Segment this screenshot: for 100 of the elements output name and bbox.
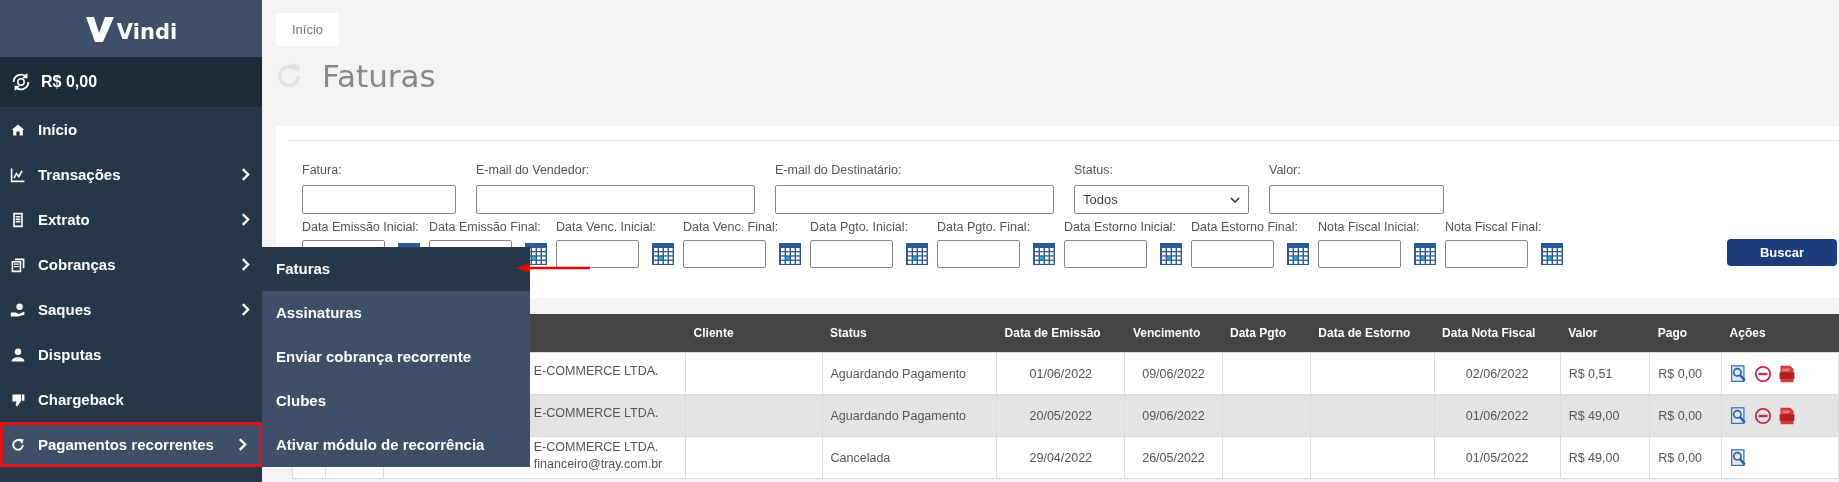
table-cell: 29/04/2022 xyxy=(1029,450,1093,465)
document-icon xyxy=(10,211,26,228)
input-field[interactable] xyxy=(476,185,755,214)
table-cell: 26/05/2022 xyxy=(1142,450,1205,465)
logo-text: Vindi xyxy=(116,21,178,43)
documents-icon xyxy=(10,256,26,273)
calendar-icon[interactable] xyxy=(652,243,674,265)
column-header: Data de Emissão xyxy=(1004,326,1101,340)
cancel-icon[interactable] xyxy=(1754,406,1773,425)
table-cell: 01/06/2022 xyxy=(1029,366,1093,381)
field-label: Data Venc. Inicial: xyxy=(556,220,658,234)
calendar-icon[interactable] xyxy=(906,243,928,265)
field-label: Nota Fiscal Final: xyxy=(1445,220,1543,234)
submenu-item[interactable]: Assinaturas xyxy=(262,291,530,335)
balance-amount: R$ 0,00 xyxy=(41,73,98,91)
column-header: Valor xyxy=(1568,326,1598,340)
sidebar-item[interactable]: Saques xyxy=(0,287,262,332)
table-cell: Cancelada xyxy=(830,450,891,465)
sidebar-item[interactable]: Início xyxy=(0,107,262,152)
column-header: Data Nota Fiscal xyxy=(1442,326,1536,340)
field-label: E-mail do Vendedor: xyxy=(476,163,591,177)
column-header: Status xyxy=(830,326,867,340)
table-cell: R$ 0,51 xyxy=(1568,366,1613,381)
field-label: Data Pgto. Final: xyxy=(937,220,1032,234)
column-header: Vencimento xyxy=(1132,326,1201,340)
sidebar-item[interactable]: Disputas xyxy=(0,332,262,377)
input-field[interactable] xyxy=(1269,185,1444,214)
table-cell: R$ 0,00 xyxy=(1658,408,1703,423)
page-title: Faturas xyxy=(322,58,436,94)
date-field[interactable] xyxy=(1318,240,1401,268)
column-header: Data de Estorno xyxy=(1318,326,1411,340)
input-field[interactable] xyxy=(302,185,456,214)
table-cell-text: financeiro@tray.com.br xyxy=(533,457,664,471)
date-field[interactable] xyxy=(1445,240,1528,268)
sidebar-item[interactable]: Cobranças xyxy=(0,242,262,287)
submenu-item[interactable]: Ativar módulo de recorrência xyxy=(262,423,530,467)
column-header: Data Pgto xyxy=(1230,326,1286,340)
date-field[interactable] xyxy=(556,240,639,268)
cancel-icon[interactable] xyxy=(1754,364,1773,383)
status-select[interactable]: Todos xyxy=(1074,185,1249,214)
thumbs-down-icon xyxy=(10,391,26,408)
calendar-icon[interactable] xyxy=(1414,243,1436,265)
calendar-icon[interactable] xyxy=(1160,243,1182,265)
calendar-icon[interactable] xyxy=(1287,243,1309,265)
table-cell: Aguardando Pagamento xyxy=(830,366,967,381)
date-field[interactable] xyxy=(810,240,893,268)
pdf-icon[interactable] xyxy=(1778,406,1797,425)
calendar-icon[interactable] xyxy=(1033,243,1055,265)
money-refresh-icon xyxy=(10,71,32,93)
search-button[interactable]: Buscar xyxy=(1727,239,1837,266)
field-label: Valor: xyxy=(1269,163,1302,177)
table-cell: R$ 0,00 xyxy=(1658,450,1703,465)
chart-icon xyxy=(10,166,26,183)
column-header: Pago xyxy=(1657,326,1688,340)
table-cell: 09/06/2022 xyxy=(1142,408,1205,423)
submenu-item[interactable]: Enviar cobrança recorrente xyxy=(262,335,530,379)
sidebar-item[interactable]: Pagamentos recorrentes xyxy=(0,422,262,467)
table-cell-text: E-COMMERCE LTDA. xyxy=(533,363,660,378)
sidebar-item[interactable]: Chargeback xyxy=(0,377,262,422)
hand-coin-icon xyxy=(10,301,26,318)
field-label: E-mail do Destinatário: xyxy=(775,163,903,177)
table-cell: R$ 49,00 xyxy=(1568,450,1620,465)
field-label: Data Emissão Final: xyxy=(429,220,542,234)
caret-icon xyxy=(1230,196,1240,203)
table-cell-text: E-COMMERCE LTDA. xyxy=(533,405,660,420)
field-label: Nota Fiscal Inicial: xyxy=(1318,220,1421,234)
breadcrumb-link[interactable]: Início xyxy=(276,13,340,46)
field-label: Data Estorno Final: xyxy=(1191,220,1299,234)
table-cell: 09/06/2022 xyxy=(1142,366,1205,381)
submenu-item[interactable]: Clubes xyxy=(262,379,530,423)
table-cell: R$ 0,00 xyxy=(1658,366,1703,381)
date-field[interactable] xyxy=(1064,240,1147,268)
column-header: Ações xyxy=(1729,326,1766,340)
v-logo-icon xyxy=(84,14,115,43)
column-header: Cliente xyxy=(693,326,734,340)
calendar-icon[interactable] xyxy=(1541,243,1563,265)
field-label: Data Pgto. Inicial: xyxy=(810,220,909,234)
refresh-icon xyxy=(10,436,26,453)
table-cell: 20/05/2022 xyxy=(1029,408,1093,423)
table-cell: 01/06/2022 xyxy=(1465,408,1529,423)
person-icon xyxy=(10,346,26,363)
field-label: Data Venc. Final: xyxy=(683,220,780,234)
field-label: Data Emissão Inicial: xyxy=(302,220,420,234)
field-label: Data Estorno Inicial: xyxy=(1064,220,1177,234)
pdf-icon[interactable] xyxy=(1778,364,1797,383)
table-cell: R$ 49,00 xyxy=(1568,408,1620,423)
sidebar-item[interactable]: Extrato xyxy=(0,197,262,242)
table-cell: 01/05/2022 xyxy=(1465,450,1529,465)
table-cell: Aguardando Pagamento xyxy=(830,408,967,423)
field-label: Fatura: xyxy=(302,163,343,177)
table-cell: 02/06/2022 xyxy=(1465,366,1529,381)
date-field[interactable] xyxy=(1191,240,1274,268)
date-field[interactable] xyxy=(683,240,766,268)
date-field[interactable] xyxy=(937,240,1020,268)
submenu-item[interactable]: Faturas xyxy=(262,247,530,291)
field-label: Status: xyxy=(1074,163,1114,177)
input-field[interactable] xyxy=(775,185,1054,214)
calendar-icon[interactable] xyxy=(779,243,801,265)
sidebar-item[interactable]: Transações xyxy=(0,152,262,197)
table-cell-text: E-COMMERCE LTDA. xyxy=(533,440,660,454)
